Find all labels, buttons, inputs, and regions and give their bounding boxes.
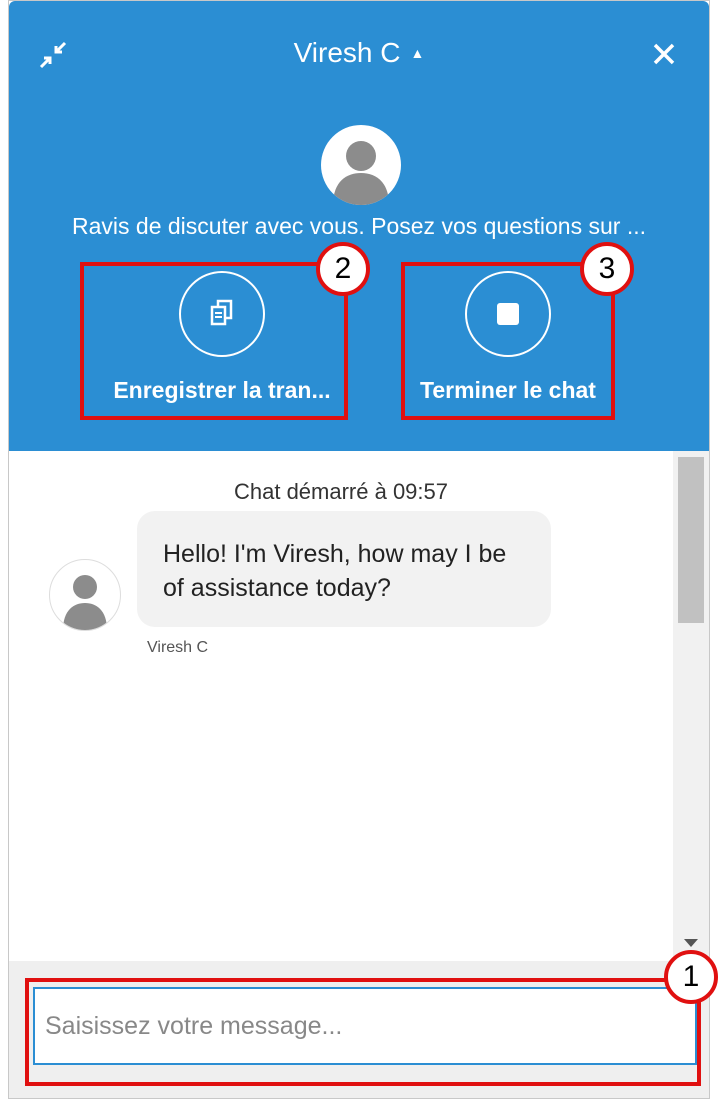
caret-up-icon: ▲ xyxy=(410,45,425,61)
message-sender: Viresh C xyxy=(147,639,209,656)
chat-header: Viresh C ▲ Ravis de discuter avec vous. P… xyxy=(9,1,709,451)
end-chat-label: Terminer le chat xyxy=(420,377,596,403)
agent-name: Viresh C xyxy=(293,37,401,68)
save-transcript-icon xyxy=(179,271,265,357)
agent-avatar xyxy=(321,125,401,205)
message-input[interactable] xyxy=(33,987,697,1065)
save-transcript-button[interactable]: Enregistrer la tran... xyxy=(97,271,347,404)
scrollbar[interactable] xyxy=(673,451,709,961)
save-transcript-label: Enregistrer la tran... xyxy=(113,377,331,403)
message-list: Chat démarré à 09:57 Hello! I'm Viresh, … xyxy=(9,451,709,961)
annotation-badge-3: 3 xyxy=(580,242,634,296)
message-avatar xyxy=(49,559,121,631)
chat-started-notice: Chat démarré à 09:57 xyxy=(233,479,449,504)
message-bubble: Hello! I'm Viresh, how may I be of assis… xyxy=(137,511,551,627)
scroll-thumb[interactable] xyxy=(678,457,704,623)
chat-widget: Viresh C ▲ Ravis de discuter avec vous. P… xyxy=(8,0,710,1099)
agent-name-title[interactable]: Viresh C ▲ xyxy=(9,37,709,69)
annotation-badge-1: 1 xyxy=(664,950,718,1004)
close-icon[interactable] xyxy=(649,39,679,69)
stop-icon xyxy=(465,271,551,357)
scroll-down-icon[interactable] xyxy=(684,939,698,947)
welcome-text: Ravis de discuter avec vous. Posez vos q… xyxy=(72,213,646,239)
annotation-badge-2: 2 xyxy=(316,242,370,296)
composer xyxy=(9,961,709,1098)
